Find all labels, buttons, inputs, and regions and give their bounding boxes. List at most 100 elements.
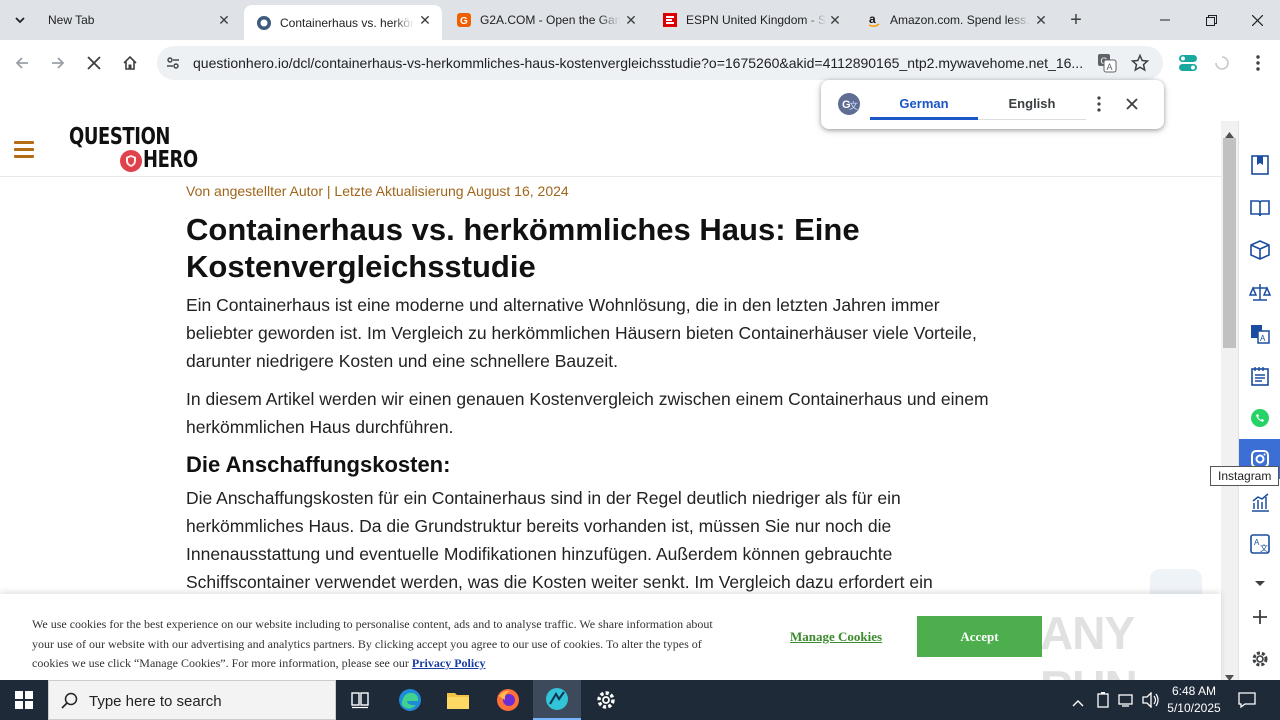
windows-taskbar: Type here to search 6:48 AM 5/10/2025 (0, 680, 1280, 720)
hamburger-menu-icon[interactable] (14, 141, 34, 162)
tab-title: Containerhaus vs. herkömmliches Haus (280, 15, 414, 30)
accept-cookies-button[interactable]: Accept (917, 616, 1042, 657)
gear-icon[interactable] (1247, 646, 1273, 672)
cookie-message: We use cookies for the best experience o… (32, 617, 713, 670)
article-paragraph: Ein Containerhaus ist eine moderne und a… (186, 295, 977, 371)
whatsapp-icon[interactable] (1247, 405, 1273, 431)
cookie-banner: We use cookies for the best experience o… (0, 594, 1221, 713)
taskbar-search-box[interactable]: Type here to search (48, 680, 336, 720)
volume-icon[interactable] (1142, 691, 1160, 713)
article-paragraph: Die Anschaffungskosten für ein Container… (186, 488, 933, 592)
extension-icon[interactable] (1178, 53, 1198, 78)
g2a-favicon-icon: G (457, 13, 471, 27)
svg-text:A: A (1107, 62, 1113, 72)
file-explorer-icon[interactable] (434, 680, 482, 720)
taskbar-search-placeholder: Type here to search (89, 693, 222, 710)
questionhero-favicon-icon (257, 15, 271, 30)
translate-target-tab[interactable]: English (978, 90, 1086, 120)
back-icon[interactable] (8, 49, 36, 77)
home-icon[interactable] (116, 49, 144, 77)
tab-g2a[interactable]: G G2A.COM - Open the Gaming World ✕ (444, 5, 648, 35)
translate-docs-icon[interactable]: A (1247, 321, 1273, 347)
clock-date: 5/10/2025 (1167, 701, 1221, 715)
side-panel: A A文 (1238, 121, 1280, 680)
svg-text:a: a (869, 12, 876, 26)
edge-icon[interactable] (386, 680, 434, 720)
bookmark-star-icon[interactable] (1130, 53, 1150, 77)
svg-text:G: G (460, 16, 468, 27)
add-plus-icon[interactable] (1247, 604, 1273, 630)
google-translate-icon: G文 (837, 92, 861, 121)
scrollbar-thumb[interactable] (1223, 138, 1236, 348)
package-box-icon[interactable] (1247, 237, 1273, 263)
translate-bubble: G文 German English (821, 80, 1164, 129)
tab-title: G2A.COM - Open the Gaming World (480, 13, 620, 27)
article-byline: Von angestellter Autor | Letzte Aktualis… (186, 183, 569, 199)
new-tab-plus-icon[interactable]: + (1064, 8, 1088, 32)
shield-logo-icon (120, 150, 142, 172)
forward-icon[interactable] (44, 49, 72, 77)
close-icon[interactable]: ✕ (217, 13, 231, 27)
tab-amazon[interactable]: a Amazon.com. Spend less. Smile more. ✕ (854, 5, 1058, 35)
close-icon[interactable] (1126, 97, 1138, 115)
tab-title: New Tab (48, 13, 95, 27)
instagram-tooltip: Instagram (1210, 466, 1280, 486)
firefox-icon[interactable] (484, 680, 532, 720)
bar-chart-icon[interactable] (1247, 489, 1273, 515)
tab-title: ESPN United Kingdom - Sports (686, 13, 826, 27)
article-paragraph: In diesem Artikel werden wir einen genau… (186, 389, 989, 437)
amazon-favicon-icon: a (868, 12, 880, 28)
reading-book-icon[interactable] (1247, 195, 1273, 221)
tab-strip: New Tab ✕ Containerhaus vs. herkömmliche… (0, 0, 1280, 40)
address-bar[interactable]: questionhero.io/dcl/containerhaus-vs-her… (157, 46, 1163, 80)
profile-loading-icon[interactable] (1214, 55, 1230, 76)
translate-source-tab[interactable]: German (870, 90, 978, 120)
active-app-icon[interactable] (533, 680, 581, 720)
section-heading: Die Anschaffungskosten: (186, 452, 451, 477)
translate-page-icon[interactable]: GA (1097, 53, 1117, 73)
notepad-icon[interactable] (1247, 363, 1273, 389)
url-text[interactable]: questionhero.io/dcl/containerhaus-vs-her… (193, 55, 1083, 71)
site-info-icon[interactable] (165, 55, 181, 76)
close-icon[interactable]: ✕ (624, 13, 638, 27)
manage-cookies-link[interactable]: Manage Cookies (790, 629, 882, 645)
close-icon[interactable]: ✕ (828, 13, 842, 27)
tab-questionhero[interactable]: Containerhaus vs. herkömmliches Haus ✕ (244, 5, 442, 40)
tab-title: Amazon.com. Spend less. Smile more. (890, 13, 1030, 27)
restore-icon[interactable] (1188, 0, 1234, 40)
cookie-text-block: We use cookies for the best experience o… (32, 615, 732, 674)
dictionary-icon[interactable]: A文 (1247, 531, 1273, 557)
scale-balance-icon[interactable] (1247, 279, 1273, 305)
site-header: QUESTION HERO (0, 121, 1221, 177)
stop-loading-icon[interactable] (80, 49, 108, 77)
network-icon[interactable] (1118, 692, 1136, 713)
windows-start-icon[interactable] (0, 680, 48, 720)
search-icon (61, 692, 79, 715)
more-menu-icon[interactable] (1250, 54, 1266, 77)
tab-new-tab[interactable]: New Tab ✕ (36, 5, 241, 35)
tray-chevron-up-icon[interactable] (1072, 694, 1084, 712)
minimize-icon[interactable] (1142, 0, 1188, 40)
svg-text:文: 文 (849, 100, 858, 111)
window-close-icon[interactable] (1234, 0, 1280, 40)
close-icon[interactable]: ✕ (418, 13, 432, 27)
logo-text-hero[interactable]: HERO (143, 147, 198, 173)
close-icon[interactable]: ✕ (1034, 13, 1048, 27)
svg-text:文: 文 (1260, 543, 1268, 553)
espn-favicon-icon (663, 13, 677, 27)
svg-text:A: A (1260, 334, 1266, 343)
taskbar-clock[interactable]: 6:48 AM 5/10/2025 (1160, 683, 1228, 717)
bookmark-list-icon[interactable] (1247, 152, 1273, 178)
article-title: Containerhaus vs. herkömmliches Haus: Ei… (186, 212, 860, 284)
tab-espn[interactable]: ESPN United Kingdom - Sports ✕ (650, 5, 852, 35)
tab-search-chevron-icon[interactable] (8, 8, 32, 32)
page-scrollbar[interactable] (1221, 121, 1238, 681)
battery-icon[interactable] (1096, 691, 1110, 714)
translate-options-icon[interactable] (1091, 95, 1107, 118)
clock-time: 6:48 AM (1171, 684, 1217, 698)
privacy-policy-link[interactable]: Privacy Policy (412, 656, 486, 670)
notifications-icon[interactable] (1238, 691, 1256, 714)
chevron-down-icon[interactable] (1247, 571, 1273, 597)
settings-gear-icon[interactable] (582, 680, 630, 720)
task-view-icon[interactable] (336, 680, 384, 720)
